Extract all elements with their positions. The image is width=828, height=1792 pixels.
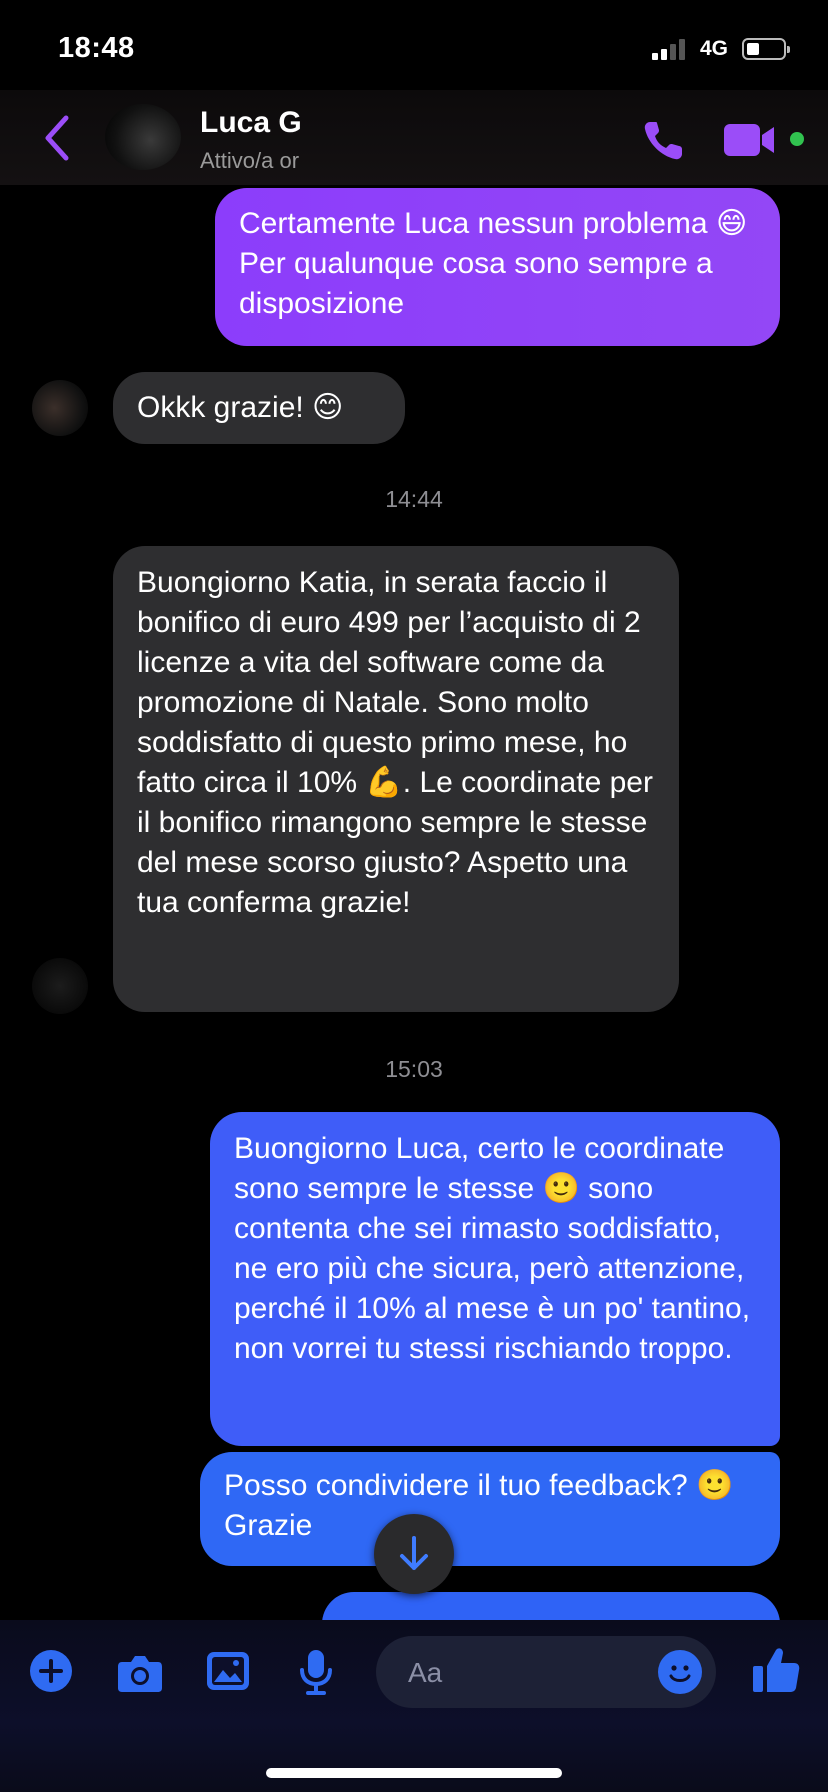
conversation-header: Luca G Attivo/a or (0, 90, 828, 185)
like-icon[interactable] (750, 1644, 802, 1696)
contact-name[interactable]: Luca G (200, 106, 325, 140)
message-outgoing[interactable]: Posso condividere il tuo feedback? 🙂 Gra… (200, 1452, 780, 1566)
status-time: 18:48 (58, 32, 135, 64)
arrow-down-icon (400, 1536, 428, 1570)
message-timestamp: 14:44 (385, 486, 443, 512)
network-label: 4G (700, 37, 729, 60)
plus-icon[interactable] (30, 1650, 72, 1692)
message-outgoing[interactable]: Certamente Luca nessun problema 😄 Per qu… (215, 188, 780, 346)
message-composer (0, 1620, 828, 1792)
message-input-field[interactable] (376, 1636, 716, 1710)
sender-avatar[interactable] (32, 380, 88, 436)
message-timestamp: 15:03 (385, 1056, 443, 1082)
emoji-icon[interactable] (658, 1650, 702, 1694)
back-icon[interactable] (40, 114, 74, 162)
mic-icon[interactable] (298, 1648, 334, 1696)
status-bar: 18:48 4G (0, 0, 828, 90)
message-incoming[interactable]: Okkk grazie! 😊 (113, 372, 405, 444)
signal-icon (652, 38, 692, 60)
sender-avatar[interactable] (32, 958, 88, 1014)
scroll-to-bottom-button[interactable] (374, 1514, 454, 1594)
message-incoming[interactable]: Buongiorno Katia, in serata faccio il bo… (113, 546, 679, 1012)
message-input[interactable] (406, 1636, 630, 1710)
active-status-dot (790, 132, 804, 146)
video-icon[interactable] (722, 120, 780, 160)
battery-icon (742, 38, 790, 60)
contact-avatar[interactable] (105, 104, 181, 170)
phone-icon[interactable] (640, 116, 688, 164)
message-outgoing[interactable]: Buongiorno Luca, certo le coordinate son… (210, 1112, 780, 1446)
contact-status: Attivo/a or (200, 148, 300, 173)
photo-icon[interactable] (205, 1650, 251, 1692)
camera-icon[interactable] (116, 1652, 164, 1694)
home-indicator (266, 1768, 562, 1778)
